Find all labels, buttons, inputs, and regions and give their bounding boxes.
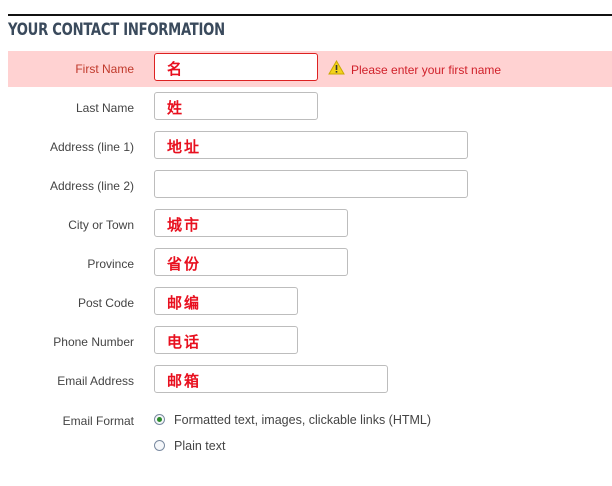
- address1-label: Address (line 1): [49, 140, 134, 154]
- email-row: Email Address 邮箱: [8, 363, 612, 399]
- first-name-label: First Name: [75, 62, 134, 76]
- province-input[interactable]: 省份: [154, 248, 348, 276]
- city-label: City or Town: [68, 218, 134, 232]
- first-name-error-text: Please enter your first name: [351, 63, 502, 77]
- address1-input[interactable]: 地址: [154, 131, 468, 159]
- section-title: YOUR CONTACT INFORMATION: [8, 20, 225, 40]
- phone-row: Phone Number 电话: [8, 324, 612, 360]
- first-name-input[interactable]: 名: [154, 53, 318, 81]
- phone-input[interactable]: 电话: [154, 326, 298, 354]
- address2-input[interactable]: [154, 170, 468, 198]
- province-label: Province: [87, 257, 134, 271]
- city-input[interactable]: 城市: [154, 209, 348, 237]
- email-format-html-radio[interactable]: [154, 414, 165, 425]
- email-label: Email Address: [57, 374, 134, 388]
- post-code-row: Post Code 邮编: [8, 285, 612, 321]
- warning-icon: [328, 59, 345, 80]
- section-divider: [8, 14, 612, 16]
- post-code-input[interactable]: 邮编: [154, 287, 298, 315]
- email-format-html-label[interactable]: Formatted text, images, clickable links …: [174, 413, 431, 427]
- address2-label: Address (line 2): [49, 179, 134, 193]
- first-name-row: First Name 名 Please enter your first nam…: [8, 51, 612, 87]
- phone-label: Phone Number: [53, 335, 134, 349]
- last-name-input[interactable]: 姓: [154, 92, 318, 120]
- last-name-row: Last Name 姓: [8, 90, 612, 126]
- email-format-plain-row: Plain text: [8, 435, 612, 459]
- province-row: Province 省份: [8, 246, 612, 282]
- email-format-plain-label[interactable]: Plain text: [174, 439, 225, 453]
- email-input[interactable]: 邮箱: [154, 365, 388, 393]
- email-format-plain-radio[interactable]: [154, 440, 165, 451]
- email-format-html-row: Email Format Formatted text, images, cli…: [8, 409, 612, 433]
- address2-row: Address (line 2): [8, 168, 612, 204]
- city-row: City or Town 城市: [8, 207, 612, 243]
- first-name-error: Please enter your first name: [328, 59, 502, 80]
- address1-row: Address (line 1) 地址: [8, 129, 612, 165]
- post-code-label: Post Code: [77, 296, 134, 310]
- last-name-label: Last Name: [75, 101, 134, 115]
- email-format-label: Email Format: [62, 414, 134, 428]
